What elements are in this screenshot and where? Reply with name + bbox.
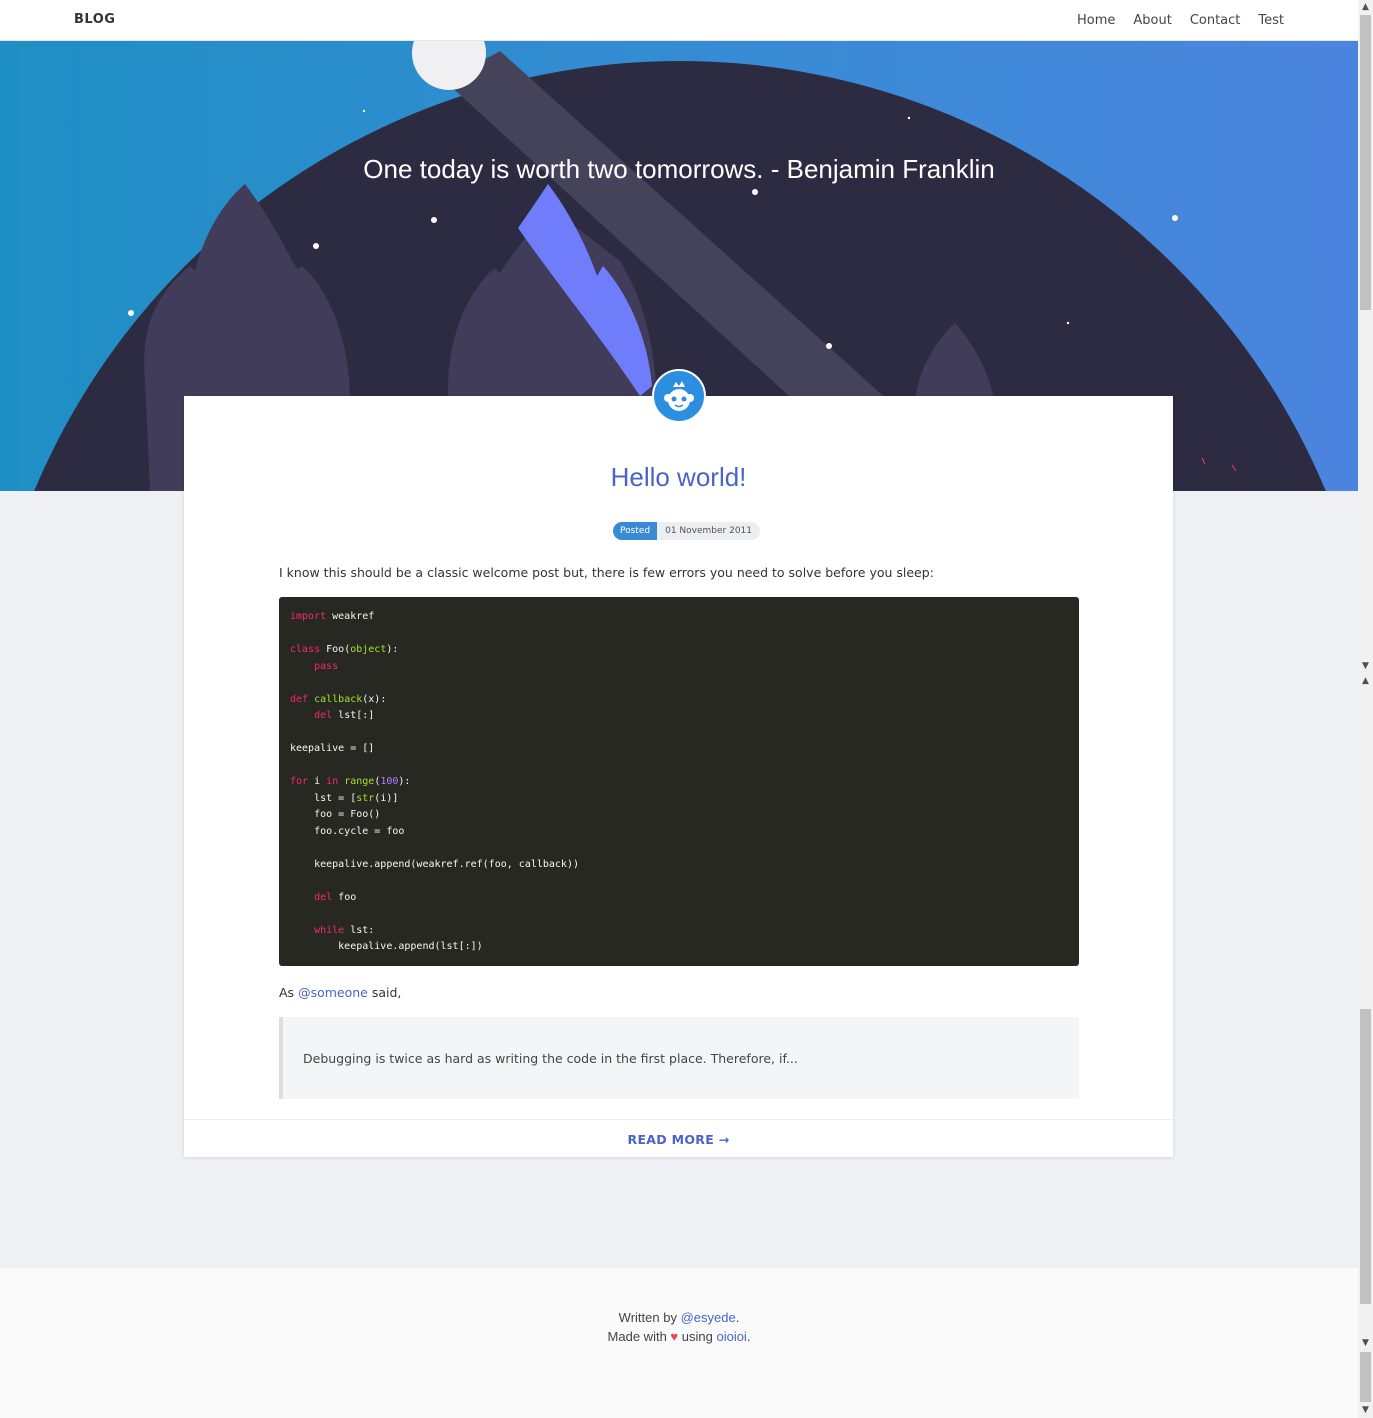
scroll-thumb[interactable]: [1360, 1352, 1371, 1402]
code-line: lst = [str(i)]: [290, 792, 399, 804]
tool-link[interactable]: oioioi: [716, 1329, 746, 1344]
code-block: import weakref class Foo(object): pass d…: [279, 597, 1079, 966]
code-line: while lst:: [314, 924, 375, 936]
nav-links: Home About Contact Test: [1077, 13, 1284, 28]
scroll-down-arrow-icon[interactable]: ▼: [1358, 1338, 1373, 1348]
scrollbar[interactable]: ▲ ▼ ▲ ▼ ▼: [1358, 0, 1373, 1418]
code-line: foo = Foo(): [290, 809, 381, 820]
code-line: keepalive = []: [290, 743, 375, 754]
blockquote: Debugging is twice as hard as writing th…: [279, 1017, 1079, 1099]
heart-icon: ♥: [670, 1329, 679, 1344]
hero-quote: One today is worth two tomorrows. - Benj…: [363, 154, 995, 184]
post-intro: I know this should be a classic welcome …: [279, 565, 934, 580]
code-line: del lst[:]: [314, 710, 375, 721]
post-meta: Posted 01 November 2011: [613, 522, 760, 540]
someone-link[interactable]: @someone: [298, 985, 368, 1000]
posted-badge: Posted: [613, 522, 658, 540]
using-label: using: [681, 1329, 713, 1344]
nav-contact[interactable]: Contact: [1190, 13, 1241, 28]
author-avatar[interactable]: [652, 369, 706, 423]
nav-test[interactable]: Test: [1258, 13, 1284, 28]
monkey-logo-icon: [664, 381, 694, 411]
code-line: for i in range(100):: [290, 776, 411, 787]
quote-intro-prefix: As: [279, 985, 295, 1000]
read-more-link[interactable]: READ MORE →: [184, 1119, 1173, 1157]
navbar: BLOG Home About Contact Test: [0, 0, 1358, 41]
quote-intro: As @someone said,: [279, 985, 401, 1000]
post-date: 01 November 2011: [657, 522, 760, 540]
brand-logo[interactable]: BLOG: [74, 12, 115, 27]
author-link[interactable]: @esyede: [681, 1310, 736, 1325]
scroll-thumb[interactable]: [1360, 15, 1371, 310]
scroll-down-arrow-icon[interactable]: ▼: [1358, 661, 1373, 671]
made-with-label: Made with: [607, 1329, 667, 1344]
code-line: keepalive.append(weakref.ref(foo, callba…: [290, 858, 579, 870]
code-line: pass: [314, 660, 339, 672]
code-line: import weakref: [290, 611, 375, 622]
scroll-up-arrow-icon[interactable]: ▲: [1358, 676, 1373, 686]
code-line: def callback(x):: [290, 693, 387, 705]
footer: Written by @esyede. Made with ♥ using oi…: [0, 1268, 1358, 1418]
nav-about[interactable]: About: [1133, 13, 1171, 28]
scroll-thumb[interactable]: [1360, 1009, 1371, 1304]
footer-made-with: Made with ♥ using oioioi.: [607, 1329, 751, 1344]
post-card: Hello world! Posted 01 November 2011 I k…: [184, 396, 1173, 1157]
code-line: foo.cycle = foo: [290, 825, 405, 837]
post-title[interactable]: Hello world!: [184, 462, 1173, 493]
footer-written-by: Written by @esyede.: [618, 1310, 740, 1325]
quote-intro-suffix: said,: [371, 985, 402, 1000]
code-line: class Foo(object):: [290, 644, 399, 655]
code-line: del foo: [314, 891, 357, 903]
written-by-label: Written by: [618, 1310, 677, 1325]
scroll-down-arrow-icon[interactable]: ▼: [1358, 1405, 1373, 1415]
code-line: keepalive.append(lst[:]): [290, 941, 483, 952]
scroll-up-arrow-icon[interactable]: ▲: [1358, 2, 1373, 12]
nav-home[interactable]: Home: [1077, 13, 1115, 28]
